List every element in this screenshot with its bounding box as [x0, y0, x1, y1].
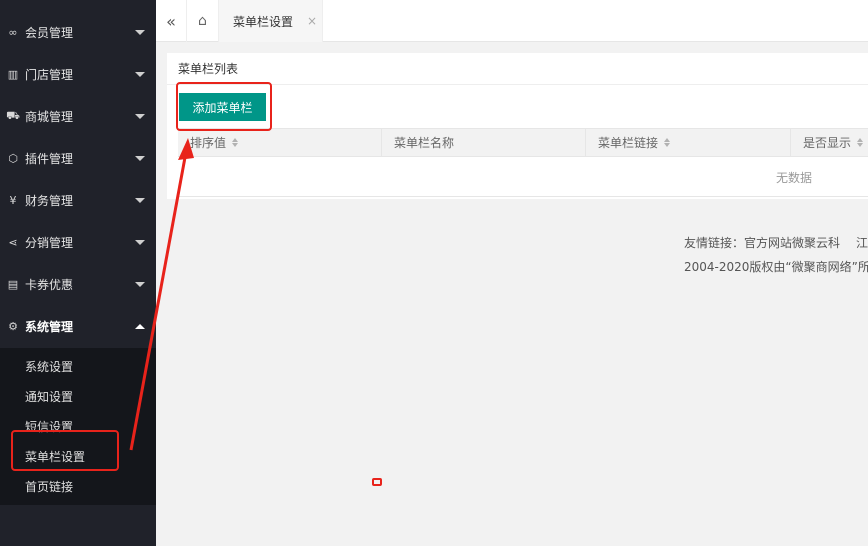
sort-icon[interactable]	[857, 138, 864, 147]
column-header-menu-link[interactable]: 菜单栏链接	[586, 129, 791, 156]
chevron-down-icon	[135, 239, 145, 245]
column-header-label: 是否显示	[803, 136, 852, 150]
chevron-down-icon	[135, 29, 145, 35]
submenu-item-sms-settings[interactable]: 短信设置	[25, 418, 73, 435]
sidebar: ∞ 会员管理 ▥ 门店管理 ⛟ 商城管理 ⬡ 插件管理 ¥ 财务管理 ⋖ 分销管…	[0, 0, 156, 546]
cart-icon: ⛟	[6, 108, 20, 122]
close-icon[interactable]: ×	[307, 14, 317, 28]
submenu-item-home-links[interactable]: 首页链接	[25, 478, 73, 495]
divider	[167, 84, 868, 85]
sidebar-item-label: 插件管理	[25, 151, 74, 166]
table-body: 无数据	[178, 157, 868, 197]
column-header-is-visible[interactable]: 是否显示	[791, 129, 868, 156]
column-header-label: 菜单栏名称	[394, 136, 455, 150]
chevron-up-icon	[135, 323, 145, 329]
sidebar-item-member[interactable]: ∞ 会员管理	[0, 11, 156, 53]
tab-menu-bar-settings[interactable]: 菜单栏设置 ×	[219, 0, 323, 42]
ticket-icon: ▤	[7, 277, 19, 291]
card-title: 菜单栏列表	[178, 62, 239, 76]
sidebar-item-distribution[interactable]: ⋖ 分销管理	[0, 221, 156, 263]
footer-links-extra[interactable]: 江	[856, 236, 868, 250]
sidebar-item-mall[interactable]: ⛟ 商城管理	[0, 95, 156, 137]
footer-copyright: 2004-2020版权由“微聚商网络”所有	[684, 260, 868, 274]
menu-bar-list-card: 菜单栏列表 添加菜单栏 排序值 菜单栏名称 菜单栏链接 是否显示 无数据	[167, 53, 868, 199]
sidebar-item-label: 系统管理	[25, 319, 74, 334]
chevron-down-icon	[135, 197, 145, 203]
sidebar-item-finance[interactable]: ¥ 财务管理	[0, 179, 156, 221]
column-header-label: 菜单栏链接	[598, 136, 659, 150]
tab-label: 菜单栏设置	[233, 14, 294, 29]
sidebar-item-label: 会员管理	[25, 25, 74, 40]
collapse-sidebar-icon[interactable]: «	[156, 0, 187, 42]
table-header: 排序值 菜单栏名称 菜单栏链接 是否显示	[178, 128, 868, 157]
gear-icon: ⚙	[8, 319, 18, 333]
add-menu-bar-button[interactable]: 添加菜单栏	[179, 93, 266, 121]
tab-bar: « ⌂ 菜单栏设置 ×	[156, 0, 868, 42]
sidebar-item-system[interactable]: ⚙ 系统管理	[0, 305, 156, 347]
annotation-cursor-marker	[372, 478, 382, 486]
submenu-item-system-settings[interactable]: 系统设置	[25, 358, 73, 375]
yen-icon: ¥	[9, 193, 17, 207]
sidebar-item-label: 财务管理	[25, 193, 74, 208]
sidebar-item-label: 卡券优惠	[25, 277, 74, 292]
sidebar-item-label: 商城管理	[25, 109, 74, 124]
footer-links-label[interactable]: 友情链接：官方网站微聚云科	[684, 236, 840, 250]
sidebar-item-label: 分销管理	[25, 235, 74, 250]
column-header-sort-value[interactable]: 排序值	[178, 129, 382, 156]
chevron-down-icon	[135, 281, 145, 287]
sidebar-item-plugins[interactable]: ⬡ 插件管理	[0, 137, 156, 179]
footer-links: 友情链接：官方网站微聚云科 江	[684, 234, 868, 251]
store-icon: ▥	[7, 67, 19, 81]
infinity-icon: ∞	[8, 25, 18, 39]
chevron-down-icon	[135, 155, 145, 161]
sort-icon[interactable]	[664, 138, 671, 147]
column-header-label: 排序值	[190, 136, 227, 150]
sidebar-item-coupons[interactable]: ▤ 卡券优惠	[0, 263, 156, 305]
system-submenu: 系统设置 通知设置 短信设置 菜单栏设置 首页链接	[0, 348, 156, 505]
column-header-menu-name: 菜单栏名称	[382, 129, 586, 156]
submenu-item-menu-bar-settings[interactable]: 菜单栏设置	[25, 448, 85, 465]
share-icon: ⋖	[8, 235, 18, 249]
submenu-item-notification-settings[interactable]: 通知设置	[25, 388, 73, 405]
chevron-down-icon	[135, 71, 145, 77]
home-icon[interactable]: ⌂	[187, 0, 219, 42]
sidebar-item-store[interactable]: ▥ 门店管理	[0, 53, 156, 95]
sort-icon[interactable]	[232, 138, 239, 147]
cube-icon: ⬡	[8, 151, 18, 165]
chevron-down-icon	[135, 113, 145, 119]
sidebar-item-label: 门店管理	[25, 67, 74, 82]
empty-state-text: 无数据	[776, 171, 813, 185]
